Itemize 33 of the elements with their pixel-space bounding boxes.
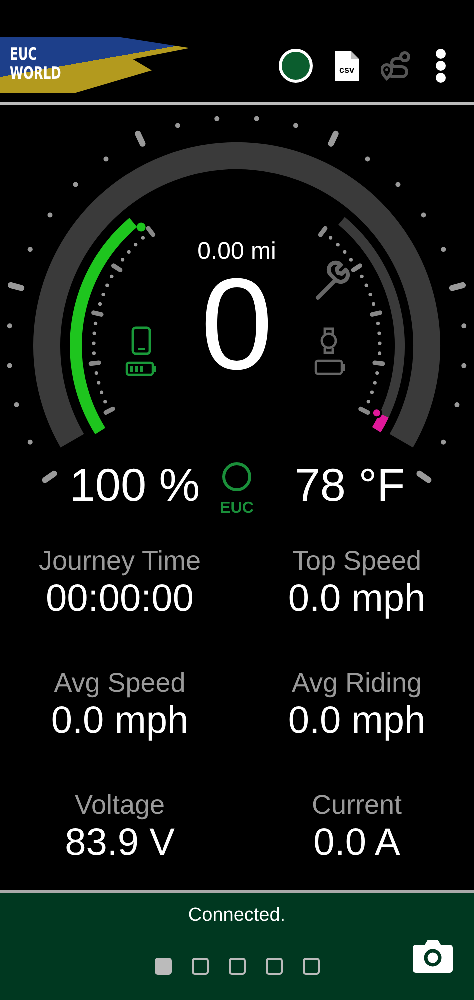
stat-label: Voltage [74, 789, 166, 821]
stat-value: 83.9 V [65, 821, 175, 865]
file-type-label: csv [339, 65, 355, 75]
stat-label: Current [312, 789, 402, 821]
page-indicator[interactable] [266, 958, 282, 975]
stat-label: Top Speed [292, 545, 422, 577]
stat-value: 0.0 mph [288, 577, 426, 621]
phone-battery-icon [126, 326, 156, 376]
stat-value: 0.0 A [314, 821, 400, 865]
wrench-icon [316, 260, 350, 300]
logo-text: EUC [10, 46, 38, 65]
device-label: EUC [220, 500, 254, 517]
stat-label: Journey Time [38, 545, 202, 577]
temperature-level-marker [371, 408, 389, 432]
page-indicator[interactable] [228, 958, 246, 975]
page-indicator[interactable] [192, 958, 208, 975]
page-indicator[interactable] [154, 958, 172, 975]
record-button[interactable] [279, 49, 313, 83]
csv-file-icon[interactable]: csv [335, 51, 359, 81]
page-indicator[interactable] [302, 958, 320, 975]
connection-ring-icon [222, 462, 252, 492]
watch-battery-icon [314, 328, 345, 376]
stat-value: 00:00:00 [46, 577, 194, 621]
logo-text: WORLD [10, 65, 62, 84]
battery-reading: 100 % [70, 459, 200, 511]
menu-icon[interactable] [435, 49, 447, 83]
temperature-reading: 78 °F [294, 459, 406, 511]
camera-icon[interactable] [413, 938, 453, 972]
stat-value: 0.0 mph [51, 699, 189, 743]
stat-label: Avg Speed [54, 667, 186, 699]
stat-label: Avg Riding [292, 667, 422, 699]
stat-value: 0.0 mph [288, 699, 426, 743]
connection-status: Connected. [187, 904, 287, 928]
